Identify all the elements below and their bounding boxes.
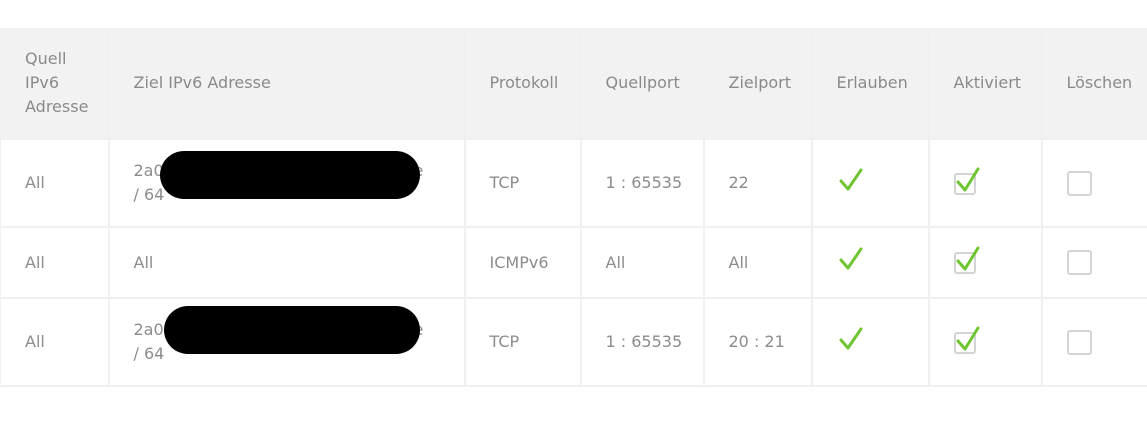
dest-address: 2a0ee / 64 bbox=[134, 151, 464, 207]
cell-source-port: 1 : 65535 bbox=[579, 297, 705, 387]
allow-check-icon bbox=[839, 246, 863, 272]
cell-allow bbox=[810, 226, 930, 299]
cell-delete bbox=[1040, 226, 1147, 299]
cell-source: All bbox=[0, 297, 110, 387]
table-row: All All ICMPv6 All All bbox=[0, 226, 1147, 299]
ipv6-firewall-rules-table: Quell IPv6 Adresse Ziel IPv6 Adresse Pro… bbox=[0, 28, 1147, 387]
cell-dest-port: 22 bbox=[702, 138, 813, 228]
cell-dest: 2a0ee / 64 bbox=[107, 138, 466, 228]
enabled-checkbox[interactable] bbox=[953, 326, 979, 354]
cell-dest: All bbox=[107, 226, 466, 299]
allow-check-icon bbox=[839, 326, 863, 352]
header-allow: Erlauben bbox=[810, 28, 930, 140]
cell-protocol: ICMPv6 bbox=[463, 226, 582, 299]
header-source-address: Quell IPv6 Adresse bbox=[0, 28, 110, 140]
cell-source: All bbox=[0, 226, 110, 299]
header-dest-port: Zielport bbox=[702, 28, 813, 140]
cell-source: All bbox=[0, 138, 110, 228]
delete-checkbox[interactable] bbox=[1066, 329, 1092, 355]
cell-source-port: All bbox=[579, 226, 705, 299]
redaction-mark bbox=[163, 306, 420, 354]
enabled-checkbox[interactable] bbox=[953, 167, 979, 195]
dest-address-prefix: 2a0 bbox=[133, 320, 164, 339]
cell-enabled bbox=[927, 138, 1043, 228]
cell-protocol: TCP bbox=[463, 297, 582, 387]
header-protocol: Protokoll bbox=[463, 28, 582, 140]
header-source-port: Quellport bbox=[579, 28, 705, 140]
header-dest-address: Ziel IPv6 Adresse bbox=[107, 28, 466, 140]
cell-dest: 2a0ee / 64 bbox=[107, 297, 466, 387]
firewall-rules-table-container: Quell IPv6 Adresse Ziel IPv6 Adresse Pro… bbox=[0, 28, 1147, 387]
header-delete: Löschen bbox=[1040, 28, 1147, 140]
header-source-address-label: Quell IPv6 Adresse bbox=[25, 49, 89, 116]
table-header-row: Quell IPv6 Adresse Ziel IPv6 Adresse Pro… bbox=[0, 28, 1147, 140]
header-enabled: Aktiviert bbox=[927, 28, 1043, 140]
table-row: All 2a0ee / 64 TCP 1 : 65535 22 bbox=[0, 138, 1147, 228]
delete-checkbox[interactable] bbox=[1066, 250, 1092, 275]
delete-checkbox[interactable] bbox=[1066, 170, 1092, 196]
cell-source-port: 1 : 65535 bbox=[579, 138, 705, 228]
cell-dest-port: All bbox=[702, 226, 813, 299]
cell-delete bbox=[1040, 297, 1147, 387]
cell-allow bbox=[810, 297, 930, 387]
enabled-checkbox[interactable] bbox=[953, 246, 979, 274]
dest-address: 2a0ee / 64 bbox=[133, 306, 464, 366]
redaction-mark bbox=[159, 151, 420, 199]
allow-check-icon bbox=[839, 167, 863, 193]
cell-protocol: TCP bbox=[463, 138, 582, 228]
cell-delete bbox=[1040, 138, 1147, 228]
cell-allow bbox=[810, 138, 930, 228]
cell-dest-port: 20 : 21 bbox=[702, 297, 813, 387]
table-row: All 2a0ee / 64 TCP 1 : 65535 20 : 21 bbox=[0, 297, 1147, 387]
cell-enabled bbox=[927, 226, 1043, 299]
cell-enabled bbox=[927, 297, 1043, 387]
